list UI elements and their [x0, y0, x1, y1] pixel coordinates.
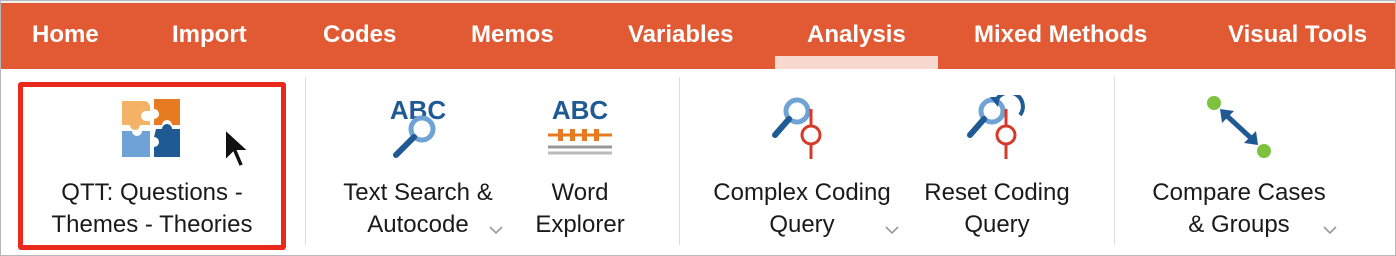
menu-memos[interactable]: Memos [471, 20, 554, 54]
reset-query-icon [962, 90, 1032, 166]
menu-import[interactable]: Import [172, 20, 247, 54]
text-search-autocode-button[interactable]: ABC Text Search & Autocode [319, 69, 517, 247]
complex-coding-query-button[interactable]: Complex Coding Query [693, 69, 911, 247]
mouse-cursor-icon [223, 126, 252, 174]
text-search-icon: ABC [382, 95, 454, 166]
compare-cases-icon [1204, 95, 1274, 166]
complex-query-label: Complex Coding Query [713, 179, 891, 238]
text-search-dropdown-icon[interactable] [488, 222, 504, 236]
reset-query-label: Reset Coding Query [924, 179, 1070, 238]
ribbon-separator [1114, 77, 1115, 245]
ribbon-separator [305, 77, 306, 245]
menu-codes[interactable]: Codes [323, 20, 396, 54]
word-explorer-label: Word Explorer [535, 179, 625, 238]
svg-text:ABC: ABC [552, 95, 609, 125]
menu-analysis[interactable]: Analysis [775, 20, 938, 70]
menu-visual-tools[interactable]: Visual Tools [1228, 20, 1367, 54]
ribbon-separator [679, 77, 680, 245]
compare-cases-groups-button[interactable]: Compare Cases & Groups [1131, 69, 1347, 247]
main-menu-bar: Home Import Codes Memos Variables Analys… [1, 1, 1395, 70]
reset-coding-query-button[interactable]: Reset Coding Query [911, 69, 1083, 247]
compare-cases-label: Compare Cases & Groups [1152, 179, 1326, 238]
compare-cases-dropdown-icon[interactable] [1322, 222, 1338, 236]
word-explorer-icon: ABC [544, 95, 616, 166]
menu-mixed-methods[interactable]: Mixed Methods [974, 20, 1147, 54]
word-explorer-button[interactable]: ABC Word Explorer [517, 69, 643, 247]
menu-variables[interactable]: Variables [628, 20, 733, 54]
complex-query-icon [767, 95, 837, 166]
app-window: Home Import Codes Memos Variables Analys… [0, 0, 1396, 256]
complex-query-dropdown-icon[interactable] [884, 222, 900, 236]
analysis-ribbon: QTT: Questions - Themes - Theories ABC T… [1, 69, 1395, 255]
menu-home[interactable]: Home [32, 20, 99, 54]
